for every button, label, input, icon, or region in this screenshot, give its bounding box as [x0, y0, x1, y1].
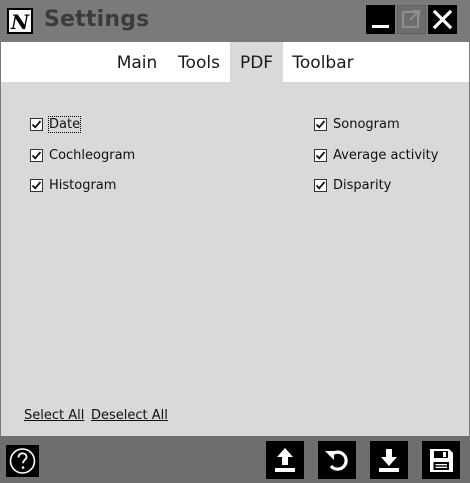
sonogram-checkbox[interactable]: Sonogram	[314, 115, 400, 133]
tab-toolbar[interactable]: Toolbar	[287, 42, 359, 82]
title-bar[interactable]: N Settings	[0, 0, 470, 41]
histogram-checkbox[interactable]: Histogram	[30, 176, 116, 194]
checkmark-icon	[315, 119, 326, 129]
tab-main[interactable]: Main	[108, 42, 166, 82]
checkmark-icon	[315, 150, 326, 160]
average-activity-label: Average activity	[333, 147, 439, 163]
average-activity-checkbox[interactable]: Average activity	[314, 146, 438, 164]
settings-window: N Settings Main Tools PDF Toolbar Date C…	[0, 0, 470, 483]
checkbox-box[interactable]	[30, 178, 43, 192]
pdf-settings-panel: Date Cochleogram Histogram Sonogram Aver…	[1, 82, 469, 436]
tab-strip: Main Tools PDF Toolbar	[1, 42, 469, 82]
checkbox-box[interactable]	[30, 148, 43, 162]
reset-button[interactable]	[318, 441, 356, 479]
close-button[interactable]	[428, 5, 457, 34]
disparity-label: Disparity	[333, 177, 392, 193]
checkbox-box[interactable]	[314, 148, 327, 162]
download-button[interactable]	[370, 441, 408, 479]
reset-icon	[325, 450, 348, 471]
tab-pdf[interactable]: PDF	[230, 42, 283, 82]
minimize-icon	[372, 25, 389, 28]
checkmark-icon	[315, 180, 326, 190]
cochleogram-label: Cochleogram	[49, 147, 136, 163]
date-label: Date	[47, 115, 82, 133]
save-icon	[430, 449, 453, 472]
close-icon	[432, 9, 453, 30]
svg-text:N: N	[10, 10, 30, 32]
deselect-all-link[interactable]: Deselect All	[91, 408, 168, 423]
footer-bar	[0, 436, 470, 483]
tab-tools[interactable]: Tools	[172, 42, 226, 82]
select-all-link[interactable]: Select All	[24, 408, 84, 423]
histogram-label: Histogram	[49, 177, 117, 193]
date-checkbox[interactable]: Date	[30, 115, 82, 133]
checkbox-box[interactable]	[314, 117, 327, 131]
checkmark-icon	[31, 180, 42, 190]
download-icon	[379, 449, 399, 472]
cochleogram-checkbox[interactable]: Cochleogram	[30, 146, 135, 164]
help-button[interactable]	[6, 445, 39, 477]
sonogram-label: Sonogram	[333, 116, 400, 132]
disparity-checkbox[interactable]: Disparity	[314, 176, 391, 194]
window-title: Settings	[44, 7, 150, 32]
save-button[interactable]	[422, 441, 460, 479]
upload-button[interactable]	[266, 441, 304, 479]
help-icon	[9, 448, 36, 474]
minimize-button[interactable]	[366, 5, 395, 34]
maximize-icon	[402, 10, 420, 28]
app-logo-icon: N	[7, 8, 33, 34]
maximize-button[interactable]	[397, 5, 426, 34]
upload-icon	[275, 448, 295, 472]
checkmark-icon	[31, 150, 42, 160]
checkbox-box[interactable]	[30, 117, 43, 131]
checkbox-box[interactable]	[314, 178, 327, 192]
checkmark-icon	[31, 119, 42, 129]
